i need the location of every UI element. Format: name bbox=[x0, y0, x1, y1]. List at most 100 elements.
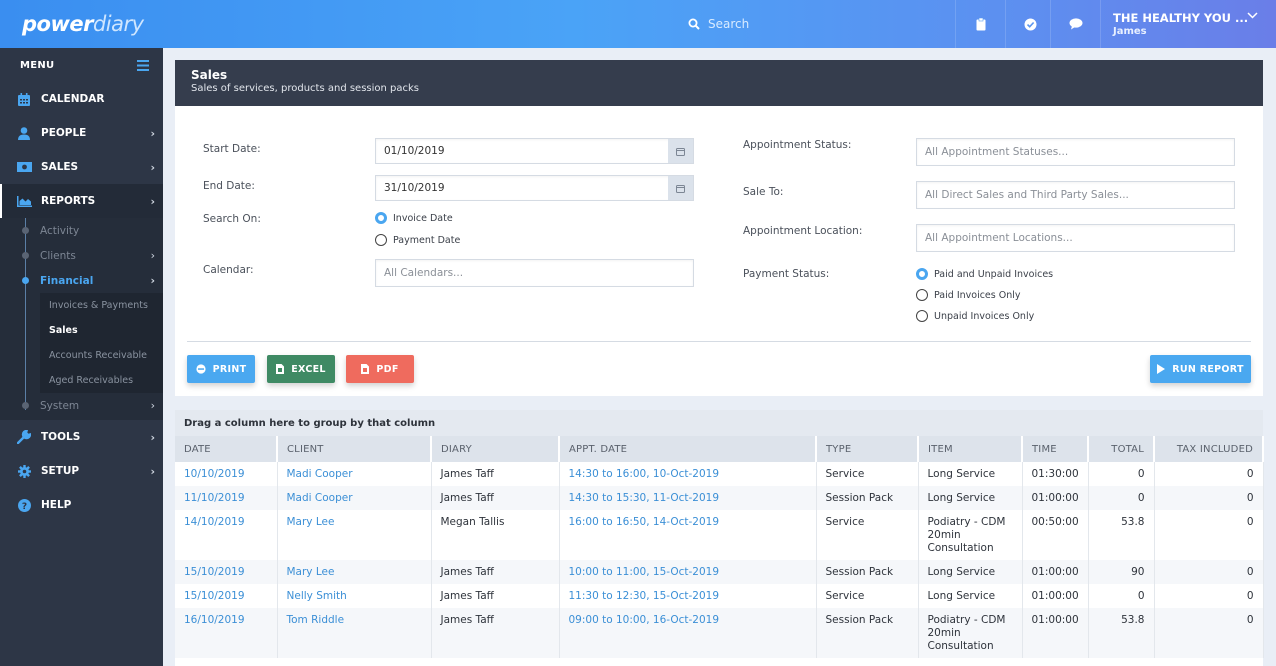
sidebar-item-setup[interactable]: SETUP › bbox=[0, 454, 163, 488]
appointment-location-select[interactable]: All Appointment Locations... bbox=[916, 224, 1235, 252]
messages-button[interactable] bbox=[1050, 0, 1100, 48]
appointment-location-label: Appointment Location: bbox=[743, 225, 863, 237]
cell-date[interactable]: 14/10/2019 bbox=[175, 510, 278, 560]
cell-appt-date[interactable]: 14:30 to 15:30, 11-Oct-2019 bbox=[559, 486, 817, 510]
radio-circle bbox=[916, 268, 928, 280]
cell-total: 90 bbox=[1088, 560, 1155, 584]
printer-icon bbox=[196, 364, 206, 374]
column-header-time[interactable]: TIME bbox=[1022, 436, 1089, 462]
cell-client[interactable]: Mary Lee bbox=[277, 510, 432, 560]
group-by-drop-zone[interactable]: Drag a column here to group by that colu… bbox=[175, 410, 1263, 436]
sidebar-item-calendar[interactable]: CALENDAR bbox=[0, 82, 163, 116]
search-on-payment-date-radio[interactable]: Payment Date bbox=[375, 234, 460, 246]
cell-client[interactable]: Mary Lee bbox=[277, 560, 432, 584]
cell-client[interactable]: Madi Cooper bbox=[277, 462, 432, 486]
cell-diary: James Taff bbox=[431, 486, 560, 510]
submenu-item-accounts-receivable[interactable]: Accounts Receivable bbox=[40, 343, 163, 368]
file-excel-icon bbox=[276, 364, 285, 374]
appointment-status-select[interactable]: All Appointment Statuses... bbox=[916, 138, 1235, 166]
search-input[interactable]: Search bbox=[670, 0, 955, 48]
cell-diary: James Taff bbox=[431, 608, 560, 658]
column-header-date[interactable]: DATE bbox=[175, 436, 278, 462]
pdf-label: PDF bbox=[376, 363, 399, 375]
cell-type: Session Pack bbox=[816, 608, 919, 658]
main-content: Sales Sales of services, products and se… bbox=[163, 48, 1276, 666]
hamburger-icon[interactable] bbox=[137, 59, 149, 71]
sidebar-item-tools[interactable]: TOOLS › bbox=[0, 420, 163, 454]
search-on-invoice-date-radio[interactable]: Invoice Date bbox=[375, 212, 453, 224]
calendar-select[interactable]: All Calendars... bbox=[375, 259, 694, 287]
submenu-item-activity[interactable]: Activity bbox=[0, 218, 163, 243]
tasks-button[interactable] bbox=[1005, 0, 1055, 48]
sidebar-item-people[interactable]: PEOPLE › bbox=[0, 116, 163, 150]
cell-appt-date[interactable]: 14:30 to 16:00, 10-Oct-2019 bbox=[559, 462, 817, 486]
column-header-tax-included[interactable]: TAX INCLUDED bbox=[1154, 436, 1264, 462]
sidebar-item-label: SALES bbox=[41, 161, 79, 173]
chevron-right-icon: › bbox=[150, 274, 155, 287]
column-header-diary[interactable]: DIARY bbox=[431, 436, 560, 462]
chevron-right-icon: › bbox=[150, 465, 155, 478]
cell-type: Session Pack bbox=[816, 560, 919, 584]
column-header-client[interactable]: CLIENT bbox=[277, 436, 432, 462]
top-bar: power diary Search THE HEALTHY YOU ... Ja… bbox=[0, 0, 1276, 48]
chevron-down-icon bbox=[1247, 12, 1258, 19]
cell-date[interactable]: 15/10/2019 bbox=[175, 584, 278, 608]
sidebar-item-sales[interactable]: SALES › bbox=[0, 150, 163, 184]
column-header-total[interactable]: TOTAL bbox=[1088, 436, 1155, 462]
submenu-label: System bbox=[40, 399, 80, 412]
sale-to-select[interactable]: All Direct Sales and Third Party Sales..… bbox=[916, 181, 1235, 209]
cell-client[interactable]: Tom Riddle bbox=[277, 608, 432, 658]
submenu-item-sales[interactable]: Sales bbox=[40, 318, 163, 343]
start-date-picker-button[interactable] bbox=[668, 139, 693, 163]
submenu-item-system[interactable]: System › bbox=[0, 393, 163, 418]
column-header-appt-date[interactable]: APPT. DATE bbox=[559, 436, 817, 462]
menu-header: MENU bbox=[0, 48, 163, 82]
start-date-field[interactable]: 01/10/2019 bbox=[375, 138, 694, 164]
column-header-type[interactable]: TYPE bbox=[816, 436, 919, 462]
submenu-item-invoices-payments[interactable]: Invoices & Payments bbox=[40, 293, 163, 318]
excel-button[interactable]: EXCEL bbox=[267, 355, 335, 383]
help-icon: ? bbox=[17, 498, 31, 512]
pdf-button[interactable]: PDF bbox=[346, 355, 414, 383]
play-icon bbox=[1157, 364, 1166, 374]
account-menu[interactable]: THE HEALTHY YOU ... James bbox=[1100, 0, 1276, 48]
page-title: Sales bbox=[191, 68, 228, 82]
print-button[interactable]: PRINT bbox=[187, 355, 255, 383]
chevron-right-icon: › bbox=[150, 431, 155, 444]
cell-item: Podiatry - CDM 20min Consultation bbox=[918, 608, 1023, 658]
file-pdf-icon bbox=[361, 364, 370, 374]
end-date-field[interactable]: 31/10/2019 bbox=[375, 175, 694, 201]
submenu-item-financial[interactable]: Financial › bbox=[0, 268, 163, 293]
cell-client[interactable]: Madi Cooper bbox=[277, 486, 432, 510]
cell-appt-date[interactable]: 16:00 to 16:50, 14-Oct-2019 bbox=[559, 510, 817, 560]
cell-appt-date[interactable]: 10:00 to 11:00, 15-Oct-2019 bbox=[559, 560, 817, 584]
submenu-item-clients[interactable]: Clients › bbox=[0, 243, 163, 268]
search-icon bbox=[688, 18, 700, 30]
radio-circle bbox=[375, 234, 387, 246]
clipboard-icon bbox=[976, 17, 985, 30]
chevron-right-icon: › bbox=[150, 249, 155, 262]
cell-appt-date[interactable]: 09:00 to 10:00, 16-Oct-2019 bbox=[559, 608, 817, 658]
logo[interactable]: power diary bbox=[0, 0, 163, 48]
sales-grid: Drag a column here to group by that colu… bbox=[175, 410, 1264, 666]
sidebar-item-help[interactable]: ? HELP bbox=[0, 488, 163, 522]
cell-date[interactable]: 15/10/2019 bbox=[175, 560, 278, 584]
run-report-button[interactable]: RUN REPORT bbox=[1150, 355, 1251, 383]
sidebar-item-label: PEOPLE bbox=[41, 127, 87, 139]
clipboard-button[interactable] bbox=[955, 0, 1005, 48]
search-placeholder: Search bbox=[708, 17, 750, 31]
cell-date[interactable]: 16/10/2019 bbox=[175, 608, 278, 658]
column-header-item[interactable]: ITEM bbox=[918, 436, 1023, 462]
gear-icon bbox=[17, 464, 31, 478]
cell-date[interactable]: 10/10/2019 bbox=[175, 462, 278, 486]
cell-client[interactable]: Nelly Smith bbox=[277, 584, 432, 608]
payment-status-paid-only-radio[interactable]: Paid Invoices Only bbox=[916, 289, 1021, 301]
cell-diary: James Taff bbox=[431, 584, 560, 608]
end-date-picker-button[interactable] bbox=[668, 176, 693, 200]
cell-appt-date[interactable]: 11:30 to 12:30, 15-Oct-2019 bbox=[559, 584, 817, 608]
cell-date[interactable]: 11/10/2019 bbox=[175, 486, 278, 510]
payment-status-paid-unpaid-radio[interactable]: Paid and Unpaid Invoices bbox=[916, 268, 1053, 280]
submenu-item-aged-receivables[interactable]: Aged Receivables bbox=[40, 368, 163, 393]
sidebar-item-reports[interactable]: REPORTS › bbox=[0, 184, 163, 218]
payment-status-unpaid-only-radio[interactable]: Unpaid Invoices Only bbox=[916, 310, 1034, 322]
